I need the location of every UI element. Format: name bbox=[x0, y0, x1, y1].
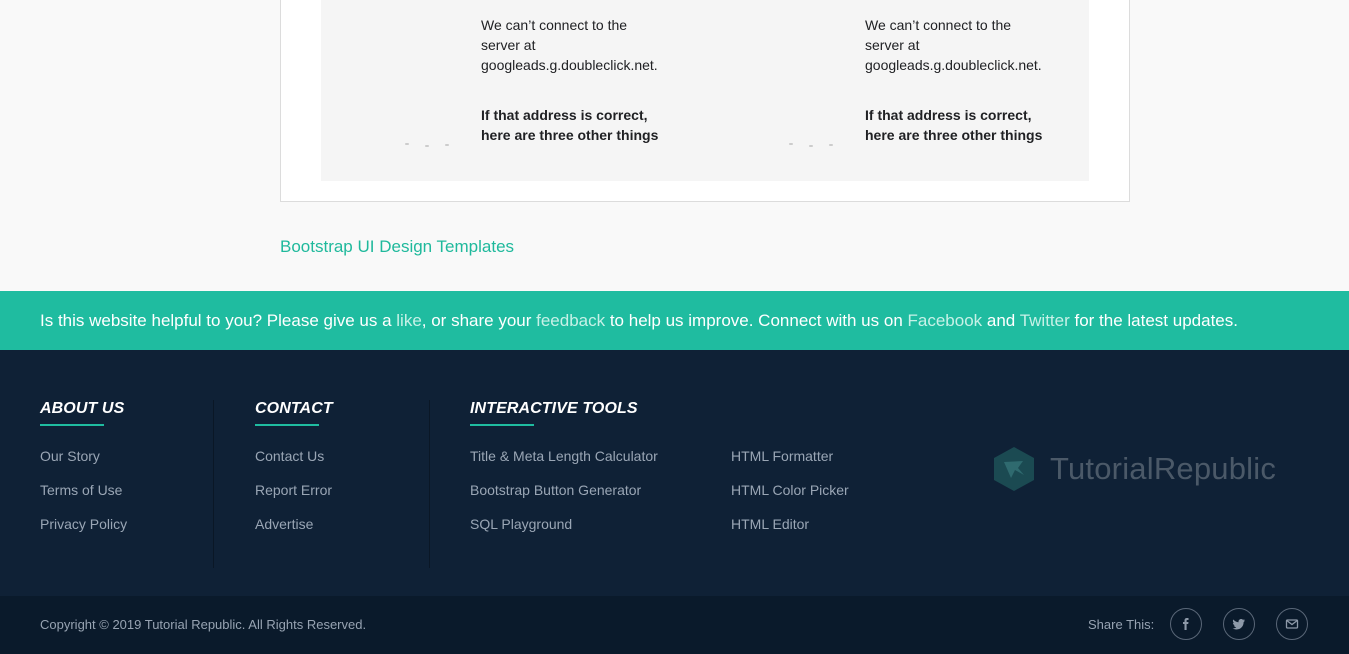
footer-bottom-bar: Copyright © 2019 Tutorial Republic. All … bbox=[0, 596, 1349, 654]
twitter-icon bbox=[1232, 619, 1245, 630]
footer-link-html-editor[interactable]: HTML Editor bbox=[731, 514, 849, 548]
banner-text: for the latest updates. bbox=[1069, 311, 1238, 330]
column-divider bbox=[213, 400, 214, 568]
footer-tools-column: INTERACTIVE TOOLS Title & Meta Length Ca… bbox=[470, 400, 658, 548]
error-hint: here are three other things bbox=[481, 127, 659, 143]
footer-link-meta-calculator[interactable]: Title & Meta Length Calculator bbox=[470, 446, 658, 480]
bootstrap-templates-link[interactable]: Bootstrap UI Design Templates bbox=[280, 237, 514, 257]
footer-link-terms[interactable]: Terms of Use bbox=[40, 480, 127, 514]
footer-contact-column: CONTACT Contact Us Report Error Advertis… bbox=[255, 400, 333, 548]
error-line: We can’t connect to the bbox=[865, 17, 1012, 33]
banner-text: Is this website helpful to you? Please g… bbox=[40, 311, 397, 330]
banner-text: to help us improve. Connect with us on bbox=[605, 311, 908, 330]
like-link[interactable]: like bbox=[396, 311, 422, 330]
footer-link-advertise[interactable]: Advertise bbox=[255, 514, 333, 548]
feedback-link[interactable]: feedback bbox=[536, 311, 605, 330]
error-line: server at bbox=[865, 37, 920, 53]
site-footer: ABOUT US Our Story Terms of Use Privacy … bbox=[0, 350, 1349, 596]
faded-illustration bbox=[405, 141, 465, 149]
brand-logo[interactable]: TutorialRepublic bbox=[993, 446, 1276, 492]
connection-error-message: We can’t connect to the server at google… bbox=[865, 15, 1075, 145]
footer-about-column: ABOUT US Our Story Terms of Use Privacy … bbox=[40, 400, 127, 548]
footer-link-contact-us[interactable]: Contact Us bbox=[255, 446, 333, 480]
content-area: We can’t connect to the server at google… bbox=[0, 0, 1349, 291]
footer-link-report-error[interactable]: Report Error bbox=[255, 480, 333, 514]
error-line: googleads.g.doubleclick.net. bbox=[865, 57, 1042, 73]
share-email-button[interactable] bbox=[1276, 608, 1308, 640]
share-facebook-button[interactable] bbox=[1170, 608, 1202, 640]
logo-hexagon-icon bbox=[994, 447, 1034, 491]
footer-tools-column-2: HTML Formatter HTML Color Picker HTML Ed… bbox=[731, 400, 849, 548]
banner-text: and bbox=[982, 311, 1020, 330]
error-line: server at bbox=[481, 37, 536, 53]
footer-link-privacy[interactable]: Privacy Policy bbox=[40, 514, 127, 548]
contact-heading: CONTACT bbox=[255, 400, 333, 426]
footer-link-sql-playground[interactable]: SQL Playground bbox=[470, 514, 658, 548]
error-line: googleads.g.doubleclick.net. bbox=[481, 57, 658, 73]
faded-illustration bbox=[789, 141, 849, 149]
facebook-icon bbox=[1183, 618, 1189, 630]
tools-heading: INTERACTIVE TOOLS bbox=[470, 400, 638, 426]
facebook-link[interactable]: Facebook bbox=[908, 311, 983, 330]
footer-link-our-story[interactable]: Our Story bbox=[40, 446, 127, 480]
error-hint: If that address is correct, bbox=[481, 107, 648, 123]
about-heading: ABOUT US bbox=[40, 400, 124, 426]
error-hint: here are three other things bbox=[865, 127, 1043, 143]
column-divider bbox=[429, 400, 430, 568]
feedback-banner: Is this website helpful to you? Please g… bbox=[0, 291, 1349, 350]
connection-error-message: We can’t connect to the server at google… bbox=[481, 15, 691, 145]
error-hint: If that address is correct, bbox=[865, 107, 1032, 123]
copyright-text: Copyright © 2019 Tutorial Republic. All … bbox=[40, 617, 367, 632]
share-label: Share This: bbox=[1088, 617, 1155, 632]
footer-link-color-picker[interactable]: HTML Color Picker bbox=[731, 480, 849, 514]
email-icon bbox=[1285, 619, 1299, 629]
banner-text: , or share your bbox=[421, 311, 537, 330]
ad-error-panel: We can’t connect to the server at google… bbox=[321, 0, 1089, 181]
ad-preview-frame: We can’t connect to the server at google… bbox=[280, 0, 1130, 202]
share-twitter-button[interactable] bbox=[1223, 608, 1255, 640]
twitter-link[interactable]: Twitter bbox=[1020, 311, 1070, 330]
brand-name: TutorialRepublic bbox=[1050, 451, 1277, 486]
footer-link-html-formatter[interactable]: HTML Formatter bbox=[731, 446, 849, 480]
error-line: We can’t connect to the bbox=[481, 17, 628, 33]
footer-link-button-generator[interactable]: Bootstrap Button Generator bbox=[470, 480, 658, 514]
